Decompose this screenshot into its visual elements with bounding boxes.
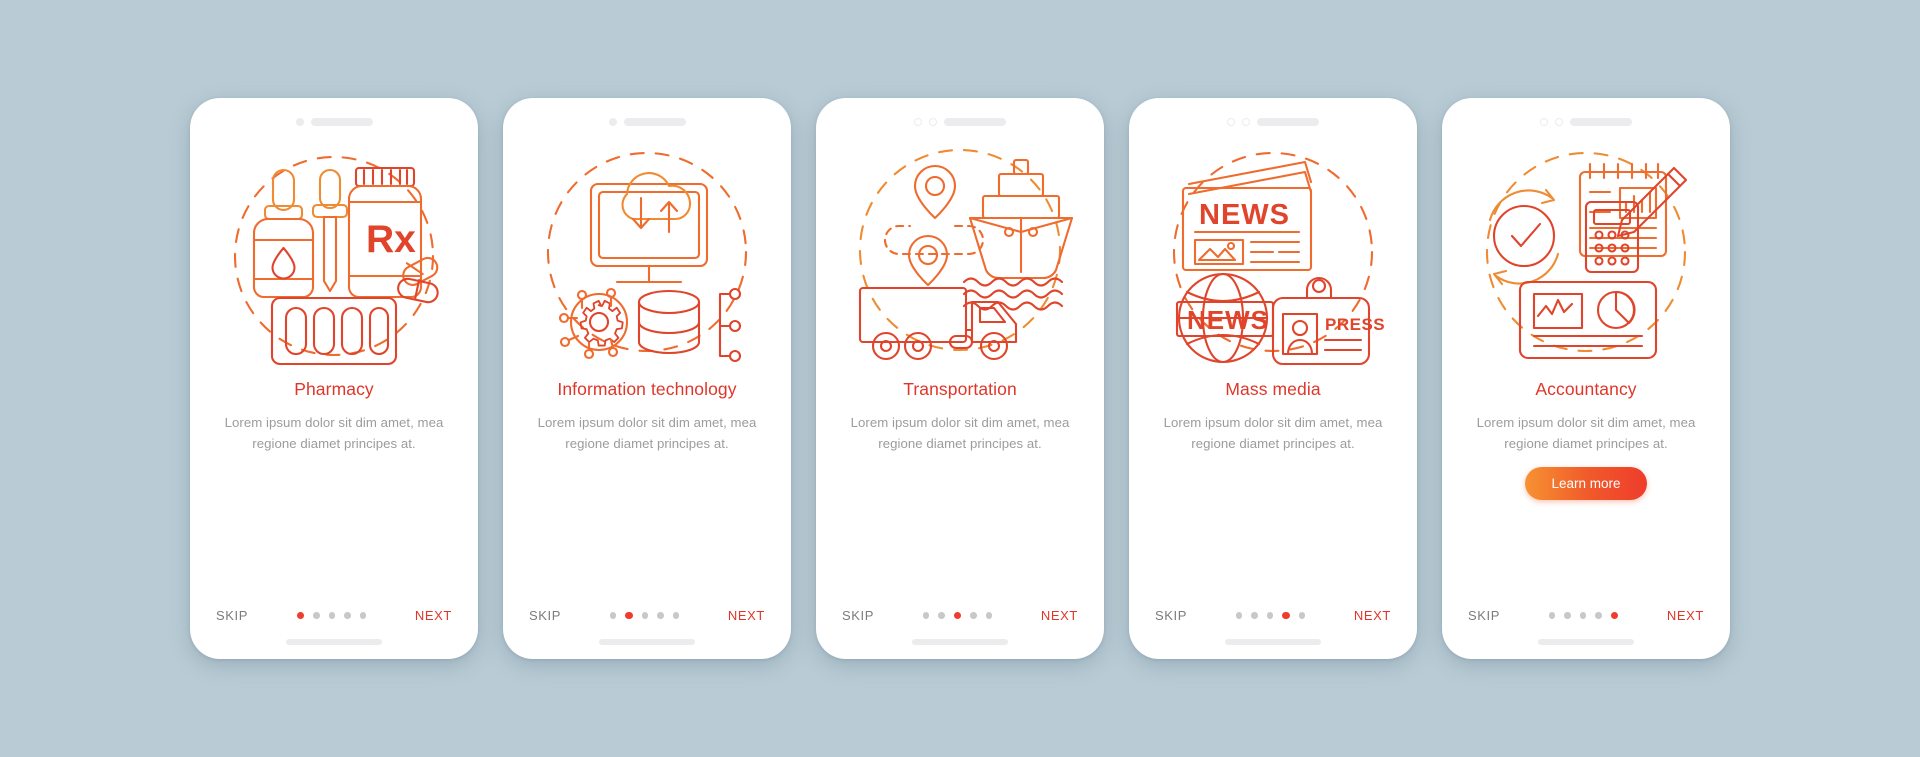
pagination-dot-3[interactable]: [1266, 612, 1274, 619]
next-button[interactable]: NEXT: [1041, 608, 1078, 623]
next-button[interactable]: NEXT: [728, 608, 765, 623]
home-indicator: [1225, 639, 1321, 645]
svg-text:Rx: Rx: [366, 218, 416, 261]
accountancy-illustration: [1468, 140, 1704, 372]
pagination-dot-2[interactable]: [1251, 612, 1258, 619]
onboarding-screens-row: Rx Pharmacy Lorem ipsum dolor sit dim am…: [190, 98, 1730, 659]
information-technology-illustration: [529, 140, 765, 372]
pagination-dot-4[interactable]: [1282, 611, 1290, 620]
camera-sensor-icon: [608, 118, 617, 126]
home-indicator: [912, 639, 1008, 645]
home-indicator: [1538, 639, 1634, 645]
pagination-dot-2[interactable]: [938, 612, 945, 619]
onboarding-nav: SKIP NEXT: [1442, 608, 1730, 623]
camera-sensor-icon: [914, 118, 922, 126]
pagination-dot-1[interactable]: [1235, 612, 1243, 619]
onboarding-nav: SKIP NEXT: [190, 608, 478, 623]
camera-sensor-icon: [295, 118, 304, 126]
pagination-dots: [609, 611, 680, 620]
pagination-dots: [922, 611, 993, 620]
pagination-dot-2[interactable]: [625, 611, 633, 620]
phone-notch: [1442, 98, 1730, 138]
page-title: Transportation: [903, 379, 1017, 399]
home-indicator: [599, 639, 695, 645]
pagination-dot-5[interactable]: [985, 612, 993, 619]
pagination-dot-4[interactable]: [1595, 612, 1602, 619]
speaker-grill: [310, 118, 373, 126]
onboarding-screen-information-technology: Information technology Lorem ipsum dolor…: [503, 98, 791, 659]
speaker-grill: [623, 118, 686, 126]
next-button[interactable]: NEXT: [415, 608, 452, 623]
next-button[interactable]: NEXT: [1667, 608, 1704, 623]
pagination-dot-3[interactable]: [953, 611, 962, 620]
pagination-dot-4[interactable]: [970, 612, 977, 619]
speaker-grill: [944, 118, 1006, 126]
onboarding-nav: SKIP NEXT: [816, 608, 1104, 623]
page-description: Lorem ipsum dolor sit dim amet, mea regi…: [1163, 415, 1383, 451]
mass-media-illustration: NEWS NEWS PRESS: [1155, 140, 1391, 372]
next-button[interactable]: NEXT: [1354, 608, 1391, 623]
camera-sensor-icon: [1227, 118, 1235, 126]
skip-button[interactable]: SKIP: [1155, 608, 1187, 623]
camera-sensor-icon: [1540, 118, 1548, 126]
pagination-dot-5[interactable]: [1298, 612, 1306, 619]
phone-notch: [1129, 98, 1417, 138]
pagination-dots: [296, 611, 367, 620]
pagination-dot-3[interactable]: [328, 612, 336, 619]
home-indicator: [286, 639, 382, 645]
skip-button[interactable]: SKIP: [842, 608, 874, 623]
pagination-dot-2[interactable]: [1564, 612, 1571, 619]
pagination-dots: [1548, 611, 1619, 620]
transportation-illustration: [842, 140, 1078, 372]
pagination-dot-2[interactable]: [313, 612, 320, 619]
page-description: Lorem ipsum dolor sit dim amet, mea regi…: [537, 415, 757, 451]
page-title: Accountancy: [1535, 379, 1637, 399]
onboarding-nav: SKIP NEXT: [1129, 608, 1417, 623]
proximity-sensor-icon: [1242, 118, 1250, 126]
svg-text:NEWS: NEWS: [1199, 199, 1290, 231]
pagination-dot-3[interactable]: [641, 612, 649, 619]
svg-text:PRESS: PRESS: [1325, 315, 1385, 334]
pagination-dot-4[interactable]: [657, 612, 664, 619]
pharmacy-illustration: Rx: [216, 140, 452, 372]
pagination-dot-5[interactable]: [1610, 611, 1619, 620]
page-description: Lorem ipsum dolor sit dim amet, mea regi…: [224, 415, 444, 451]
pagination-dot-5[interactable]: [672, 612, 680, 619]
pagination-dots: [1235, 611, 1306, 620]
pagination-dot-1[interactable]: [296, 611, 305, 620]
pagination-dot-3[interactable]: [1579, 612, 1587, 619]
learn-more-button[interactable]: Learn more: [1525, 467, 1647, 501]
page-description: Lorem ipsum dolor sit dim amet, mea regi…: [1476, 415, 1696, 451]
pagination-dot-1[interactable]: [1548, 612, 1556, 619]
page-title: Mass media: [1225, 379, 1321, 399]
onboarding-screen-mass-media: NEWS NEWS PRESS Mass media Lorem ipsum d…: [1129, 98, 1417, 659]
phone-notch: [503, 98, 791, 138]
onboarding-screen-accountancy: Accountancy Lorem ipsum dolor sit dim am…: [1442, 98, 1730, 659]
pagination-dot-1[interactable]: [609, 612, 617, 619]
pagination-dot-4[interactable]: [344, 612, 351, 619]
pagination-dot-5[interactable]: [359, 612, 367, 619]
onboarding-nav: SKIP NEXT: [503, 608, 791, 623]
skip-button[interactable]: SKIP: [529, 608, 561, 623]
pagination-dot-1[interactable]: [922, 612, 930, 619]
phone-notch: [816, 98, 1104, 138]
phone-notch: [190, 98, 478, 138]
skip-button[interactable]: SKIP: [1468, 608, 1500, 623]
proximity-sensor-icon: [1555, 118, 1563, 126]
speaker-grill: [1570, 118, 1632, 126]
onboarding-screen-pharmacy: Rx Pharmacy Lorem ipsum dolor sit dim am…: [190, 98, 478, 659]
onboarding-screen-transportation: Transportation Lorem ipsum dolor sit dim…: [816, 98, 1104, 659]
proximity-sensor-icon: [929, 118, 937, 126]
speaker-grill: [1257, 118, 1319, 126]
page-title: Pharmacy: [294, 379, 374, 399]
skip-button[interactable]: SKIP: [216, 608, 248, 623]
svg-text:NEWS: NEWS: [1187, 305, 1269, 335]
page-description: Lorem ipsum dolor sit dim amet, mea regi…: [850, 415, 1070, 451]
page-title: Information technology: [557, 379, 737, 399]
